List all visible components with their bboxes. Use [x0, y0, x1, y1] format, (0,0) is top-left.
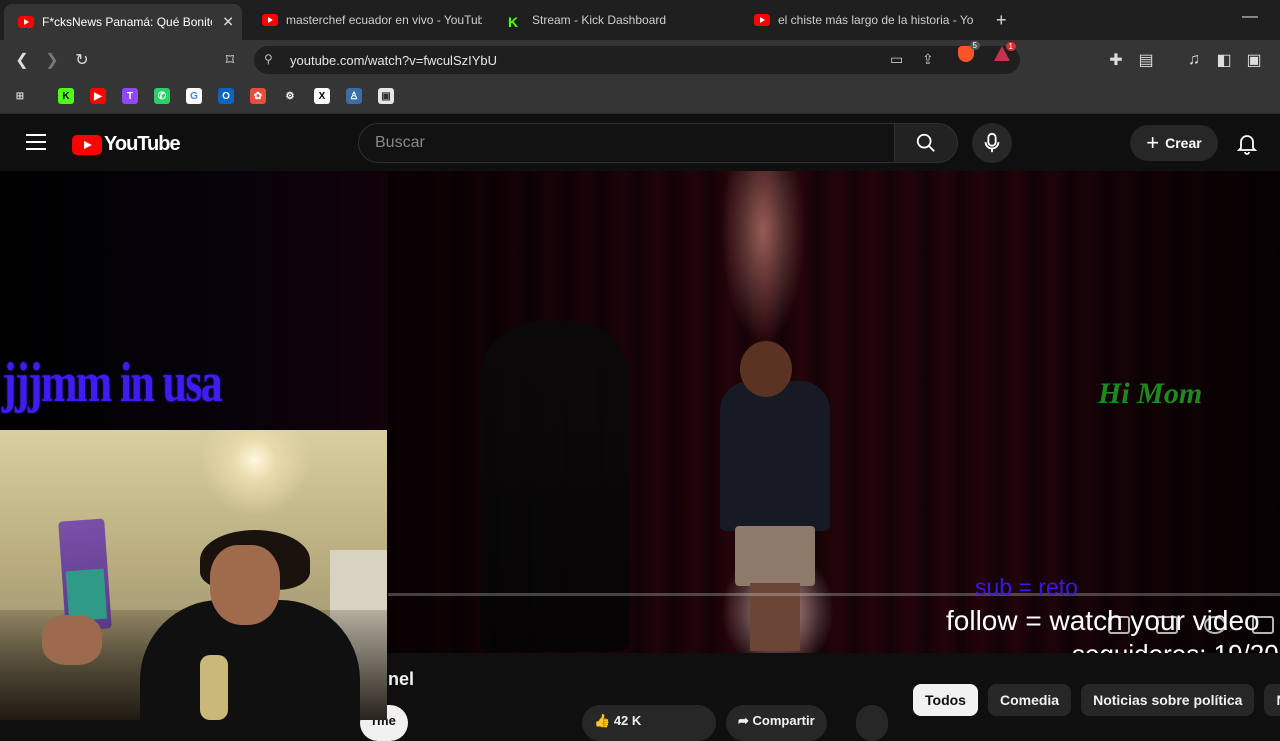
bookmarks-bar: ⊞ K ▶ T ✆ G O ✿ ⚙ X ♙ ▣ — [0, 80, 1280, 114]
chip-comedia[interactable]: Comedia — [987, 684, 1072, 716]
image-bookmark[interactable]: ▣ — [378, 88, 394, 104]
like-button[interactable]: 👍 42 K — [582, 705, 716, 741]
notifications-bell-icon[interactable] — [1235, 131, 1259, 155]
google-bookmark[interactable]: G — [186, 88, 202, 104]
browser-toolbar: ❮ ❯ ↻ ⌑ ⚲ youtube.com/watch?v=fwculSzIYb… — [0, 40, 1280, 80]
chip-todos[interactable]: Todos — [913, 684, 978, 716]
video-person-right — [720, 341, 840, 651]
chip-noticias-politica[interactable]: Noticias sobre política — [1081, 684, 1255, 716]
x-bookmark[interactable]: X — [314, 88, 330, 104]
chip-more[interactable]: N — [1264, 684, 1280, 716]
youtube-header: YouTube + Crear — [0, 115, 1280, 171]
kick-icon: K — [508, 14, 519, 30]
tab-title: el chiste más largo de la historia - You — [778, 13, 974, 27]
media-icon[interactable]: ♫ — [1182, 48, 1206, 72]
youtube-icon — [754, 14, 770, 26]
site-settings-icon[interactable]: ⚲ — [264, 52, 273, 66]
tab-masterchef[interactable]: masterchef ecuador en vivo - YouTube — [248, 6, 484, 34]
create-label: Crear — [1165, 135, 1202, 151]
video-title: nel — [388, 669, 415, 689]
cast-icon[interactable]: ▭ — [890, 51, 903, 68]
minimize-icon[interactable]: — — [1242, 8, 1258, 26]
more-actions-button[interactable] — [856, 705, 888, 741]
rewards-count-badge: 1 — [1005, 42, 1016, 51]
photos-bookmark[interactable]: ✿ — [250, 88, 266, 104]
sidebar-icon[interactable]: ◧ — [1212, 48, 1236, 72]
like-icon: 👍 — [594, 713, 614, 728]
reading-mode-icon[interactable]: ▤ — [1134, 48, 1158, 72]
share-icon[interactable]: ⇪ — [922, 51, 934, 68]
browser-tab-strip: F*cksNews Panamá: Qué Bonito ✕ masterche… — [0, 0, 1280, 40]
share-icon: ➦ — [738, 713, 753, 728]
whatsapp-bookmark[interactable]: ✆ — [154, 88, 170, 104]
youtube-icon — [262, 14, 278, 26]
microphone — [200, 655, 228, 720]
shields-count-badge: 5 — [969, 41, 980, 50]
figure-bookmark[interactable]: ♙ — [346, 88, 362, 104]
youtube-bookmark[interactable]: ▶ — [90, 88, 106, 104]
create-button[interactable]: + Crear — [1130, 125, 1218, 161]
reload-icon[interactable]: ↻ — [70, 48, 94, 72]
video-progress-bar[interactable] — [388, 593, 1280, 596]
extensions-icon[interactable]: ✚ — [1104, 48, 1128, 72]
microphone-icon — [984, 132, 1000, 153]
stream-overlay-himom: Hi Mom — [1098, 377, 1203, 410]
tab-title: masterchef ecuador en vivo - YouTube — [286, 13, 482, 27]
forward-icon[interactable]: ❯ — [40, 48, 64, 72]
brave-shields-icon[interactable]: 5 — [958, 41, 980, 62]
voice-search-button[interactable] — [972, 123, 1012, 163]
share-button[interactable]: ➦ Compartir — [726, 705, 827, 741]
search-box — [358, 123, 895, 163]
tab-chiste[interactable]: el chiste más largo de la historia - You — [740, 6, 976, 34]
wallet-icon[interactable]: ▣ — [1242, 48, 1266, 72]
url-text[interactable]: youtube.com/watch?v=fwculSzIYbU — [290, 53, 497, 68]
plus-icon: + — [1146, 130, 1160, 155]
search-button[interactable] — [894, 123, 958, 163]
kick-bookmark[interactable]: K — [58, 88, 74, 104]
search-icon — [916, 133, 935, 152]
tab-title: F*cksNews Panamá: Qué Bonito — [42, 15, 212, 29]
tab-kick-dashboard[interactable]: K Stream - Kick Dashboard — [494, 6, 730, 34]
youtube-logo-icon — [72, 134, 102, 155]
video-person-left — [480, 321, 630, 651]
share-label: Compartir — [752, 713, 815, 728]
tab-fcksnews[interactable]: F*cksNews Panamá: Qué Bonito ✕ — [4, 4, 242, 40]
close-tab-icon[interactable]: ✕ — [222, 14, 234, 31]
outlook-bookmark[interactable]: O — [218, 88, 234, 104]
menu-icon[interactable] — [26, 134, 46, 150]
apps-icon[interactable]: ⊞ — [12, 88, 28, 104]
back-icon[interactable]: ❮ — [10, 48, 34, 72]
search-input[interactable] — [359, 124, 894, 162]
address-bar[interactable]: ⚲ youtube.com/watch?v=fwculSzIYbU ▭ ⇪ — [254, 46, 1020, 74]
like-count: 42 K — [613, 713, 642, 728]
stream-overlay-channel: jjjmm in usa — [2, 352, 223, 414]
stream-overlay-sub: sub = reto — [975, 574, 1078, 600]
stream-overlay-follow: follow = watch your video — [946, 605, 1260, 636]
chatgpt-bookmark[interactable]: ⚙ — [282, 88, 298, 104]
bookmark-icon[interactable]: ⌑ — [218, 48, 242, 72]
youtube-icon — [18, 16, 34, 28]
streamer-webcam — [0, 430, 387, 720]
youtube-logo[interactable]: YouTube — [72, 133, 181, 156]
new-tab-button[interactable]: + — [996, 10, 1007, 31]
tab-title: Stream - Kick Dashboard — [532, 13, 667, 27]
chip-bar: Todos Comedia Noticias sobre política N — [913, 684, 1280, 716]
stream-overlay-followers: seguidores: 19/20 — [1072, 639, 1279, 653]
twitch-bookmark[interactable]: T — [122, 88, 138, 104]
brave-rewards-icon[interactable]: 1 — [994, 42, 1016, 61]
youtube-logo-text: YouTube — [104, 133, 181, 155]
